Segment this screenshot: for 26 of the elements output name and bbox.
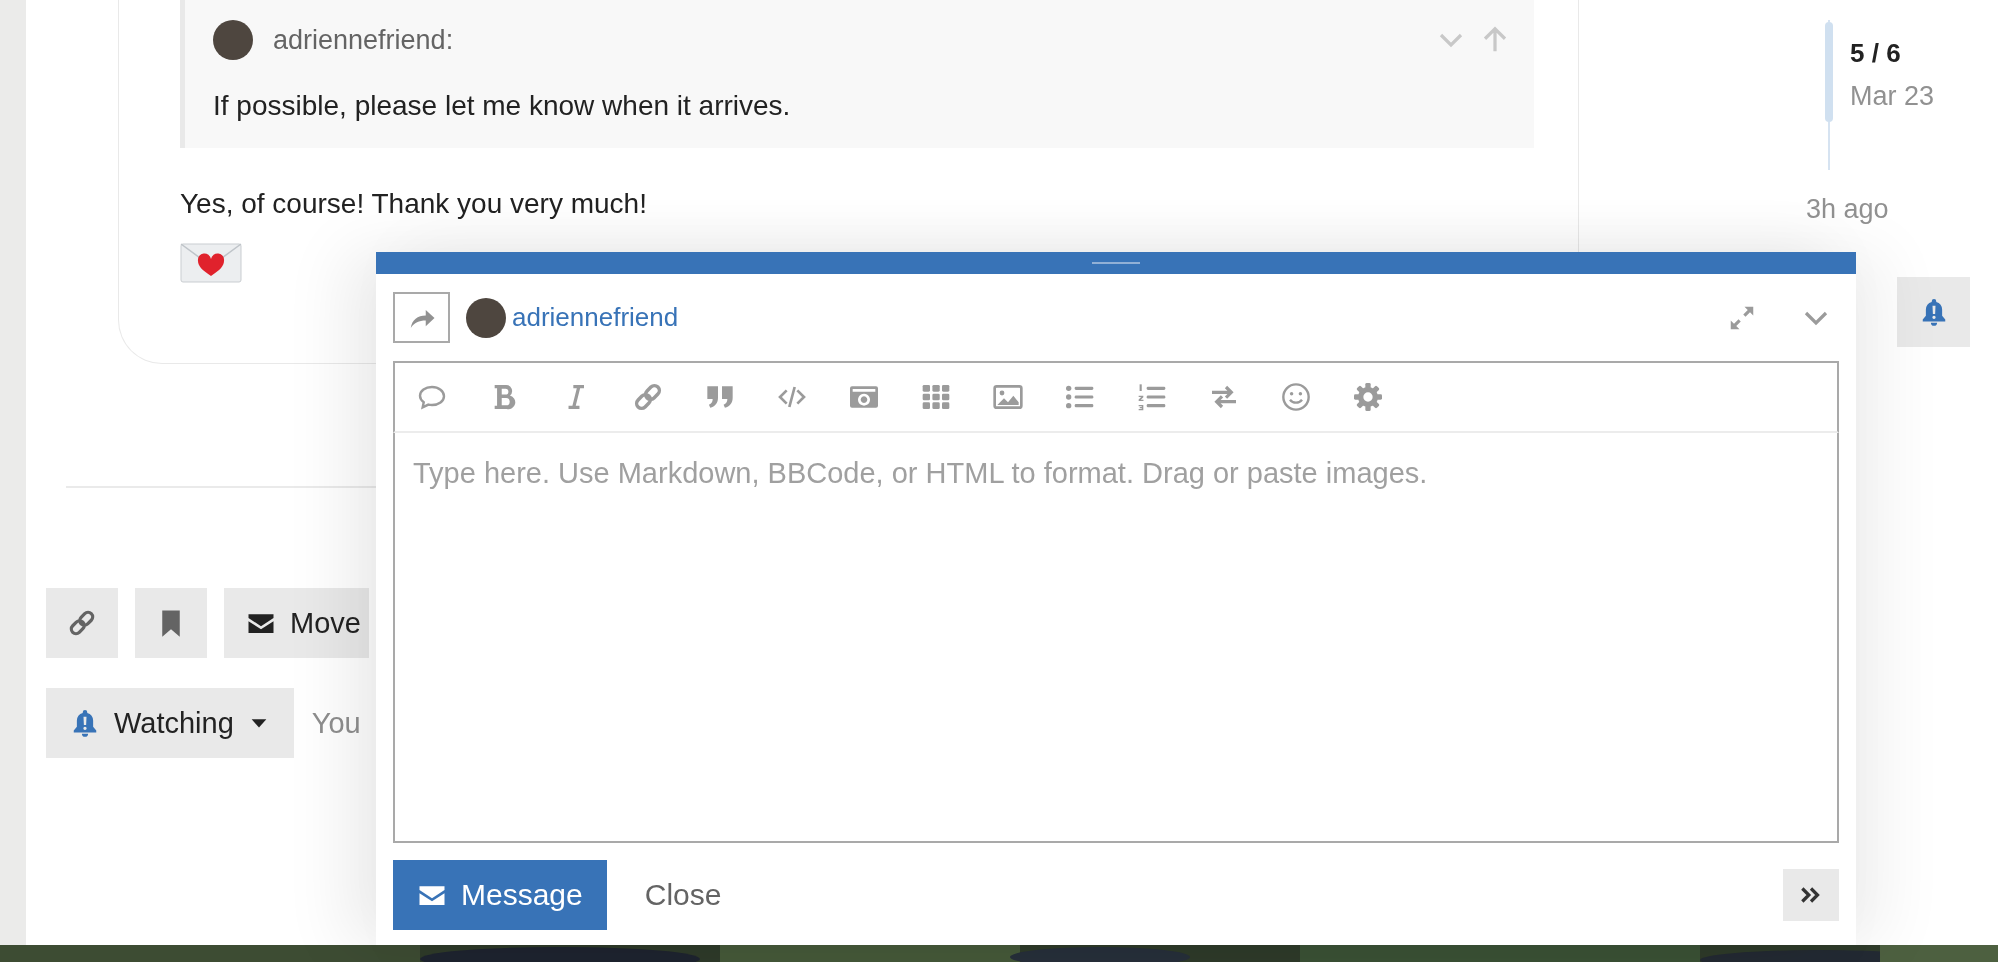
copy-link-button[interactable] xyxy=(46,588,118,658)
message-input[interactable]: Type here. Use Markdown, BBCode, or HTML to format. Drag or paste images. xyxy=(393,433,1839,843)
recipient-link[interactable]: adriennefriend xyxy=(512,302,1711,333)
close-link[interactable]: Close xyxy=(644,878,722,912)
link-icon[interactable] xyxy=(632,381,664,413)
timeline-date: Mar 23 xyxy=(1850,81,1936,112)
last-activity: 3h ago xyxy=(1806,194,1890,225)
numbered-list-icon[interactable] xyxy=(1136,381,1168,413)
notification-description: You xyxy=(311,706,361,740)
bookmark-button[interactable] xyxy=(135,588,207,658)
quote-text: If possible, please let me know when it arrives. xyxy=(213,89,792,123)
link-icon xyxy=(67,608,97,638)
reply-type-button[interactable] xyxy=(393,292,450,343)
notification-dropdown[interactable]: Watching xyxy=(46,688,294,758)
avatar xyxy=(213,20,253,60)
settings-icon[interactable] xyxy=(1352,381,1384,413)
move-button[interactable]: Move xyxy=(224,588,369,658)
notifications-button[interactable] xyxy=(1897,277,1970,347)
toggle-preview-button[interactable] xyxy=(1783,869,1839,921)
send-message-button[interactable]: Message xyxy=(393,860,607,930)
timeline-handle[interactable] xyxy=(1825,22,1833,122)
quote-author: adriennefriend: xyxy=(273,24,455,56)
post-text: Yes, of course! Thank you very much! xyxy=(180,187,648,222)
timeline-position: 5 / 6 xyxy=(1850,37,1902,69)
smiley-icon[interactable] xyxy=(1280,381,1312,413)
avatar xyxy=(466,297,506,338)
